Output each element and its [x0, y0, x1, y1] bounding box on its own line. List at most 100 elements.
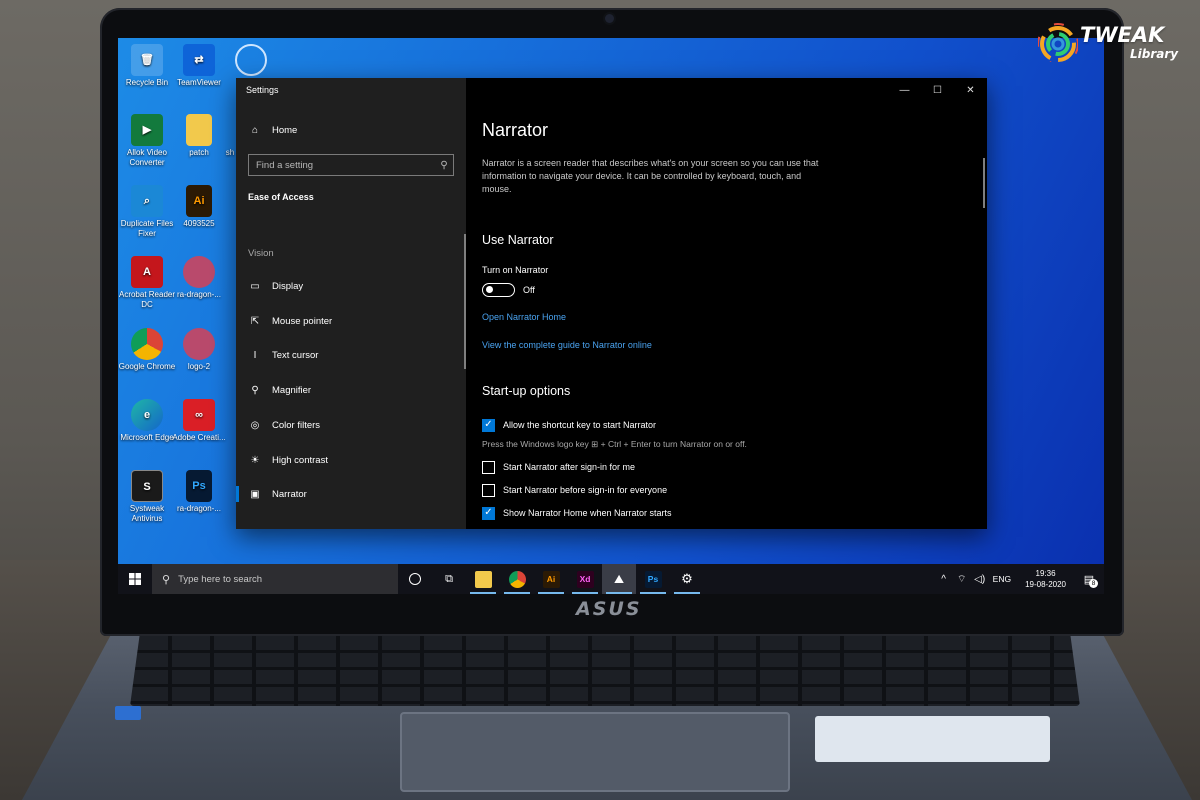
settings-search[interactable]: ⚲ [248, 154, 454, 176]
xd-icon: Xd [576, 570, 594, 588]
volume-icon[interactable]: ◁) [971, 574, 989, 585]
narrator-icon: ▣ [250, 488, 260, 500]
nav-item-color-filters[interactable]: ◎ Color filters [236, 411, 466, 439]
option-shortcut-key[interactable]: ✓ Allow the shortcut key to start Narrat… [482, 418, 656, 432]
nav-item-label: High contrast [272, 454, 328, 466]
clock-date: 19-08-2020 [1025, 580, 1066, 589]
search-icon: ⚲ [162, 573, 171, 586]
maximize-button[interactable]: ☐ [921, 78, 954, 102]
desktop-icon-psd-file[interactable]: Ps ra-dragon-... [170, 470, 228, 514]
cortana-button[interactable] [398, 564, 432, 594]
use-narrator-heading: Use Narrator [482, 233, 554, 247]
taskbar-illustrator[interactable]: Ai [534, 564, 568, 594]
notification-count-badge: 8 [1089, 579, 1098, 588]
clock[interactable]: 19:36 19-08-2020 [1025, 568, 1066, 590]
magnifier-icon: ⚲ [251, 384, 259, 396]
action-center-button[interactable]: ▤ 8 [1074, 564, 1104, 594]
nav-item-narrator[interactable]: ▣ Narrator [236, 480, 466, 508]
narrator-guide-link[interactable]: View the complete guide to Narrator onli… [482, 340, 652, 350]
desktop-icon-acrobat-reader[interactable]: A Acrobat Reader DC [118, 256, 176, 310]
start-button[interactable] [118, 564, 152, 594]
high-contrast-icon: ☀ [250, 454, 260, 466]
open-narrator-home-link[interactable]: Open Narrator Home [482, 312, 566, 322]
mouse-pointer-icon: ⇱ [250, 315, 260, 327]
nav-item-mouse-pointer[interactable]: ⇱ Mouse pointer [236, 307, 466, 335]
chrome-icon [131, 328, 163, 360]
app-icon [235, 44, 267, 76]
nav-item-high-contrast[interactable]: ☀ High contrast [236, 446, 466, 474]
tweak-library-logo-icon [1038, 23, 1078, 62]
keyboard [130, 636, 1080, 706]
checkbox-checked[interactable]: ✓ [482, 418, 495, 432]
search-icon[interactable]: ⚲ [435, 160, 453, 171]
desktop-icon-duplicate-files-fixer[interactable]: ⌕ Duplicate Files Fixer [118, 185, 176, 239]
page-description: Narrator is a screen reader that describ… [482, 158, 819, 194]
intel-sticker [115, 706, 141, 720]
watermark-word: TWEAK [1080, 23, 1165, 47]
video-converter-icon: ▶ [131, 114, 163, 146]
nav-item-label: Mouse pointer [272, 315, 333, 327]
turn-on-narrator-label: Turn on Narrator [482, 265, 549, 275]
content-scrollbar[interactable] [983, 158, 985, 208]
narrator-toggle[interactable] [482, 283, 515, 297]
antivirus-icon: S [131, 470, 163, 502]
desktop-icon-microsoft-edge[interactable]: e Microsoft Edge [118, 399, 176, 443]
option-after-sign-in[interactable]: Start Narrator after sign-in for me [482, 460, 635, 474]
acrobat-icon: A [131, 256, 163, 288]
taskbar-photos[interactable]: ⛰ [602, 564, 636, 594]
tweak-library-watermark: TWEAK Library [1038, 20, 1188, 68]
folder-icon [474, 570, 492, 588]
chevron-up-icon[interactable]: ^ [935, 574, 953, 585]
settings-content: — ☐ ✕ Narrator Narrator is a screen read… [466, 78, 987, 529]
desktop-icon-logo-2[interactable]: logo-2 [170, 328, 228, 372]
nav-item-label: Display [272, 280, 304, 292]
desktop-icon-allok-video-converter[interactable]: ▶ Allok Video Converter [118, 114, 176, 168]
taskbar-xd[interactable]: Xd [568, 564, 602, 594]
window-title: Settings [246, 85, 279, 95]
cortana-icon [409, 573, 421, 585]
taskbar: ⚲ Type here to search ⧉ Ai Xd ⛰ Ps ⚙ ^ ⌔… [118, 564, 1104, 594]
taskbar-chrome[interactable] [500, 564, 534, 594]
taskbar-photoshop[interactable]: Ps [636, 564, 670, 594]
desktop-icon-systweak-antivirus[interactable]: S Systweak Antivirus [118, 470, 176, 524]
recycle-bin-icon: 🗑 [131, 44, 163, 76]
option-show-home[interactable]: ✓ Show Narrator Home when Narrator start… [482, 506, 672, 520]
desktop-icon-adobe-creative-cloud[interactable]: ∞ Adobe Creati... [170, 399, 228, 443]
task-view-button[interactable]: ⧉ [432, 564, 466, 594]
language-indicator[interactable]: ENG [993, 574, 1011, 584]
nav-item-magnifier[interactable]: ⚲ Magnifier [236, 376, 466, 404]
section-heading: Ease of Access [248, 192, 314, 202]
search-input[interactable] [249, 159, 435, 171]
desktop-screen: 🗑 Recycle Bin ⇄ TeamViewer C ▶ Allok Vid… [118, 38, 1104, 594]
desktop-icon-recycle-bin[interactable]: 🗑 Recycle Bin [118, 44, 176, 88]
minimize-button[interactable]: — [888, 78, 921, 102]
touchpad [400, 712, 790, 792]
webcam [605, 14, 614, 23]
checkbox-unchecked[interactable] [482, 483, 495, 497]
teamviewer-icon: ⇄ [183, 44, 215, 76]
taskbar-file-explorer[interactable] [466, 564, 500, 594]
close-button[interactable]: ✕ [954, 78, 987, 102]
edge-icon: e [131, 399, 163, 431]
home-icon: ⌂ [251, 124, 259, 136]
checkbox-unchecked[interactable] [482, 460, 495, 474]
taskbar-settings[interactable]: ⚙ [670, 564, 704, 594]
desktop-icon-google-chrome[interactable]: Google Chrome [118, 328, 176, 372]
desktop-icon-teamviewer[interactable]: ⇄ TeamViewer [170, 44, 228, 88]
option-label: Show Narrator Home when Narrator starts [503, 508, 672, 518]
group-label-vision: Vision [248, 248, 274, 259]
folder-icon [186, 114, 212, 146]
system-tray: ^ ⌔ ◁) ENG 19:36 19-08-2020 ▤ 8 [935, 564, 1104, 594]
network-icon[interactable]: ⌔ [953, 573, 971, 586]
taskbar-search-box[interactable]: ⚲ Type here to search [152, 564, 398, 594]
nav-home[interactable]: ⌂ Home [236, 116, 466, 144]
chrome-icon [508, 570, 526, 588]
desktop-icon-illustrator-file[interactable]: Ai 4093525 [170, 185, 228, 229]
checkbox-checked[interactable]: ✓ [482, 506, 495, 520]
desktop-icon-ra-dragon-image[interactable]: ra-dragon-... [170, 256, 228, 300]
option-before-sign-in[interactable]: Start Narrator before sign-in for everyo… [482, 483, 667, 497]
duplicate-files-fixer-icon: ⌕ [131, 185, 163, 217]
nav-item-text-cursor[interactable]: I Text cursor [236, 341, 466, 369]
text-cursor-icon: I [253, 349, 257, 361]
nav-item-display[interactable]: ▭ Display [236, 272, 466, 300]
